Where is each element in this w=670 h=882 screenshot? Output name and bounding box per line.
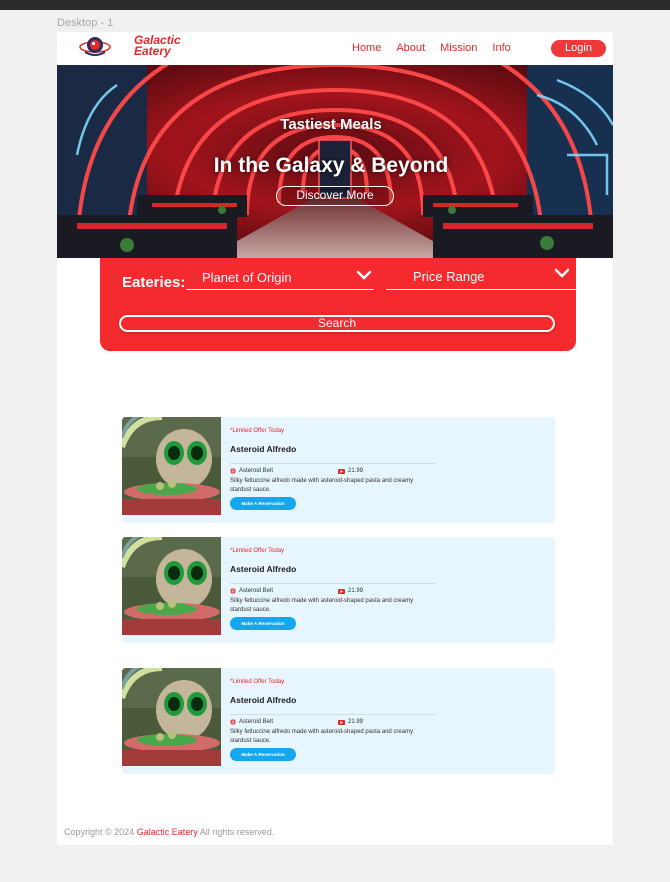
location: Asteroid Belt: [230, 719, 273, 725]
meal-description: Silky fettuccine alfredo made with aster…: [230, 729, 414, 744]
meal-description: Silky fettuccine alfredo made with aster…: [230, 478, 414, 493]
planet-select-value: Planet of Origin: [202, 270, 292, 285]
nav-links: Home About Mission Info: [352, 42, 511, 54]
frame-label: Desktop - 1: [57, 17, 114, 29]
offer-tag: *Limited Offer Today: [230, 679, 285, 685]
navbar: Galactic Eatery Home About Mission Info …: [57, 32, 613, 65]
alien-chef-image: [122, 417, 221, 515]
login-button[interactable]: Login: [551, 40, 606, 57]
price-select-value: Price Range: [413, 269, 485, 284]
logo-line-2: Eatery: [134, 44, 171, 58]
nav-about[interactable]: About: [396, 42, 425, 54]
footer-suffix: All rights reserved.: [197, 827, 275, 837]
meal-card: *Limited Offer Today Asteroid Alfredo As…: [122, 417, 555, 523]
price: 21.99: [338, 468, 363, 474]
search-button[interactable]: Search: [119, 315, 555, 332]
hero-banner: Tastiest Meals In the Galaxy & Beyond Di…: [57, 65, 613, 258]
meal-title: Asteroid Alfredo: [230, 695, 297, 705]
meal-title: Asteroid Alfredo: [230, 444, 297, 454]
editor-top-bar: [0, 0, 670, 10]
footer-copyright: Copyright © 2024 Galactic Eatery All rig…: [64, 827, 274, 837]
globe-icon: [230, 468, 236, 474]
location-text: Asteroid Belt: [239, 588, 274, 594]
logo-wordmark: Galactic Eatery: [134, 34, 181, 58]
meal-card: *Limited Offer Today Asteroid Alfredo As…: [122, 668, 555, 774]
astronaut-logo-icon: [79, 37, 111, 56]
price-text: 21.99: [348, 719, 364, 725]
logo[interactable]: Galactic Eatery: [79, 34, 181, 62]
nav-info[interactable]: Info: [492, 42, 510, 54]
location: Asteroid Belt: [230, 588, 273, 594]
nav-home[interactable]: Home: [352, 42, 381, 54]
nav-mission[interactable]: Mission: [440, 42, 477, 54]
make-reservation-button[interactable]: Make A Reservation: [230, 748, 296, 761]
hero-subtitle: Tastiest Meals: [280, 116, 382, 133]
globe-icon: [230, 719, 236, 725]
location-text: Asteroid Belt: [239, 468, 274, 474]
meal-description: Silky fettuccine alfredo made with aster…: [230, 598, 414, 613]
alien-chef-image: [122, 668, 221, 766]
price-tag-icon: [338, 588, 345, 594]
price-tag-icon: [338, 468, 345, 474]
page-frame: Galactic Eatery Home About Mission Info …: [57, 32, 613, 845]
chevron-down-icon: [356, 270, 372, 280]
eateries-label: Eateries:: [122, 274, 186, 291]
price-tag-icon: [338, 719, 345, 725]
discover-more-button[interactable]: Discover More: [276, 186, 394, 206]
footer-brand-link[interactable]: Galactic Eatery: [137, 827, 198, 837]
make-reservation-button[interactable]: Make A Reservation: [230, 497, 296, 510]
location: Asteroid Belt: [230, 468, 273, 474]
planet-of-origin-select[interactable]: Planet of Origin: [186, 268, 374, 290]
location-text: Asteroid Belt: [239, 719, 274, 725]
chevron-down-icon: [554, 268, 570, 278]
price-text: 21.99: [348, 468, 364, 474]
alien-chef-image: [122, 537, 221, 635]
price-text: 21.99: [348, 588, 364, 594]
make-reservation-button[interactable]: Make A Reservation: [230, 617, 296, 630]
card-divider: [230, 714, 436, 715]
globe-icon: [230, 588, 236, 594]
card-divider: [230, 583, 436, 584]
meal-title: Asteroid Alfredo: [230, 564, 297, 574]
card-divider: [230, 463, 436, 464]
price: 21.99: [338, 719, 363, 725]
price-range-select[interactable]: Price Range: [386, 268, 576, 290]
offer-tag: *Limited Offer Today: [230, 428, 285, 434]
footer-prefix: Copyright © 2024: [64, 827, 137, 837]
offer-tag: *Limited Offer Today: [230, 548, 285, 554]
price: 21.99: [338, 588, 363, 594]
hero-title: In the Galaxy & Beyond: [213, 154, 449, 177]
meal-card: *Limited Offer Today Asteroid Alfredo As…: [122, 537, 555, 643]
search-panel: Eateries: Planet of Origin Price Range S…: [100, 258, 576, 351]
